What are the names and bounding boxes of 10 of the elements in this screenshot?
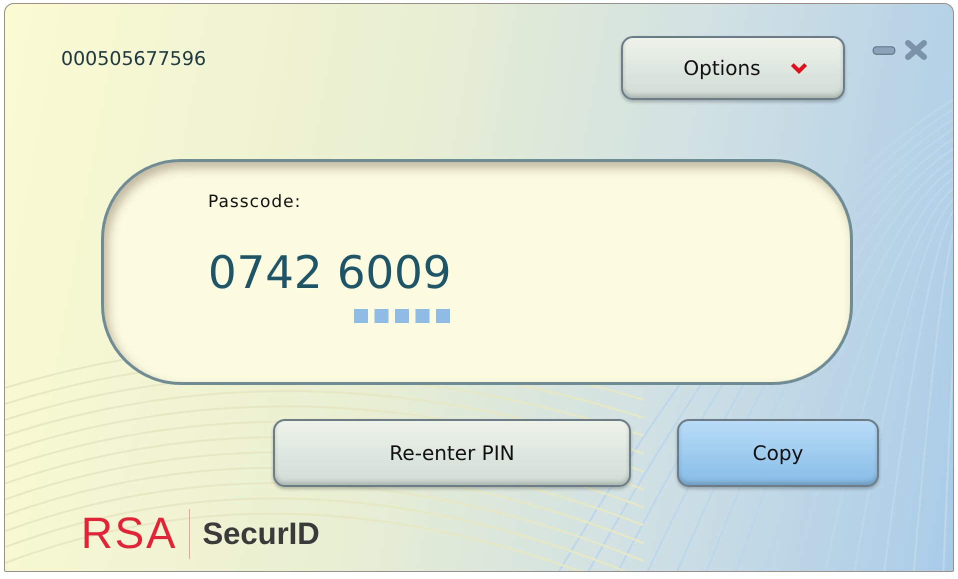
- caret-icon: [790, 62, 807, 74]
- copy-button[interactable]: Copy: [677, 419, 879, 487]
- passcode-value: 0742 6009: [208, 250, 452, 295]
- brand-logo: RSA: [81, 509, 190, 559]
- reenter-pin-button[interactable]: Re-enter PIN: [273, 419, 631, 487]
- product-name: SecurID: [202, 516, 320, 552]
- close-icon[interactable]: [903, 40, 929, 60]
- passcode-label: Passcode:: [208, 192, 302, 212]
- options-button[interactable]: Options: [621, 36, 845, 100]
- serial-number: 000505677596: [61, 48, 206, 70]
